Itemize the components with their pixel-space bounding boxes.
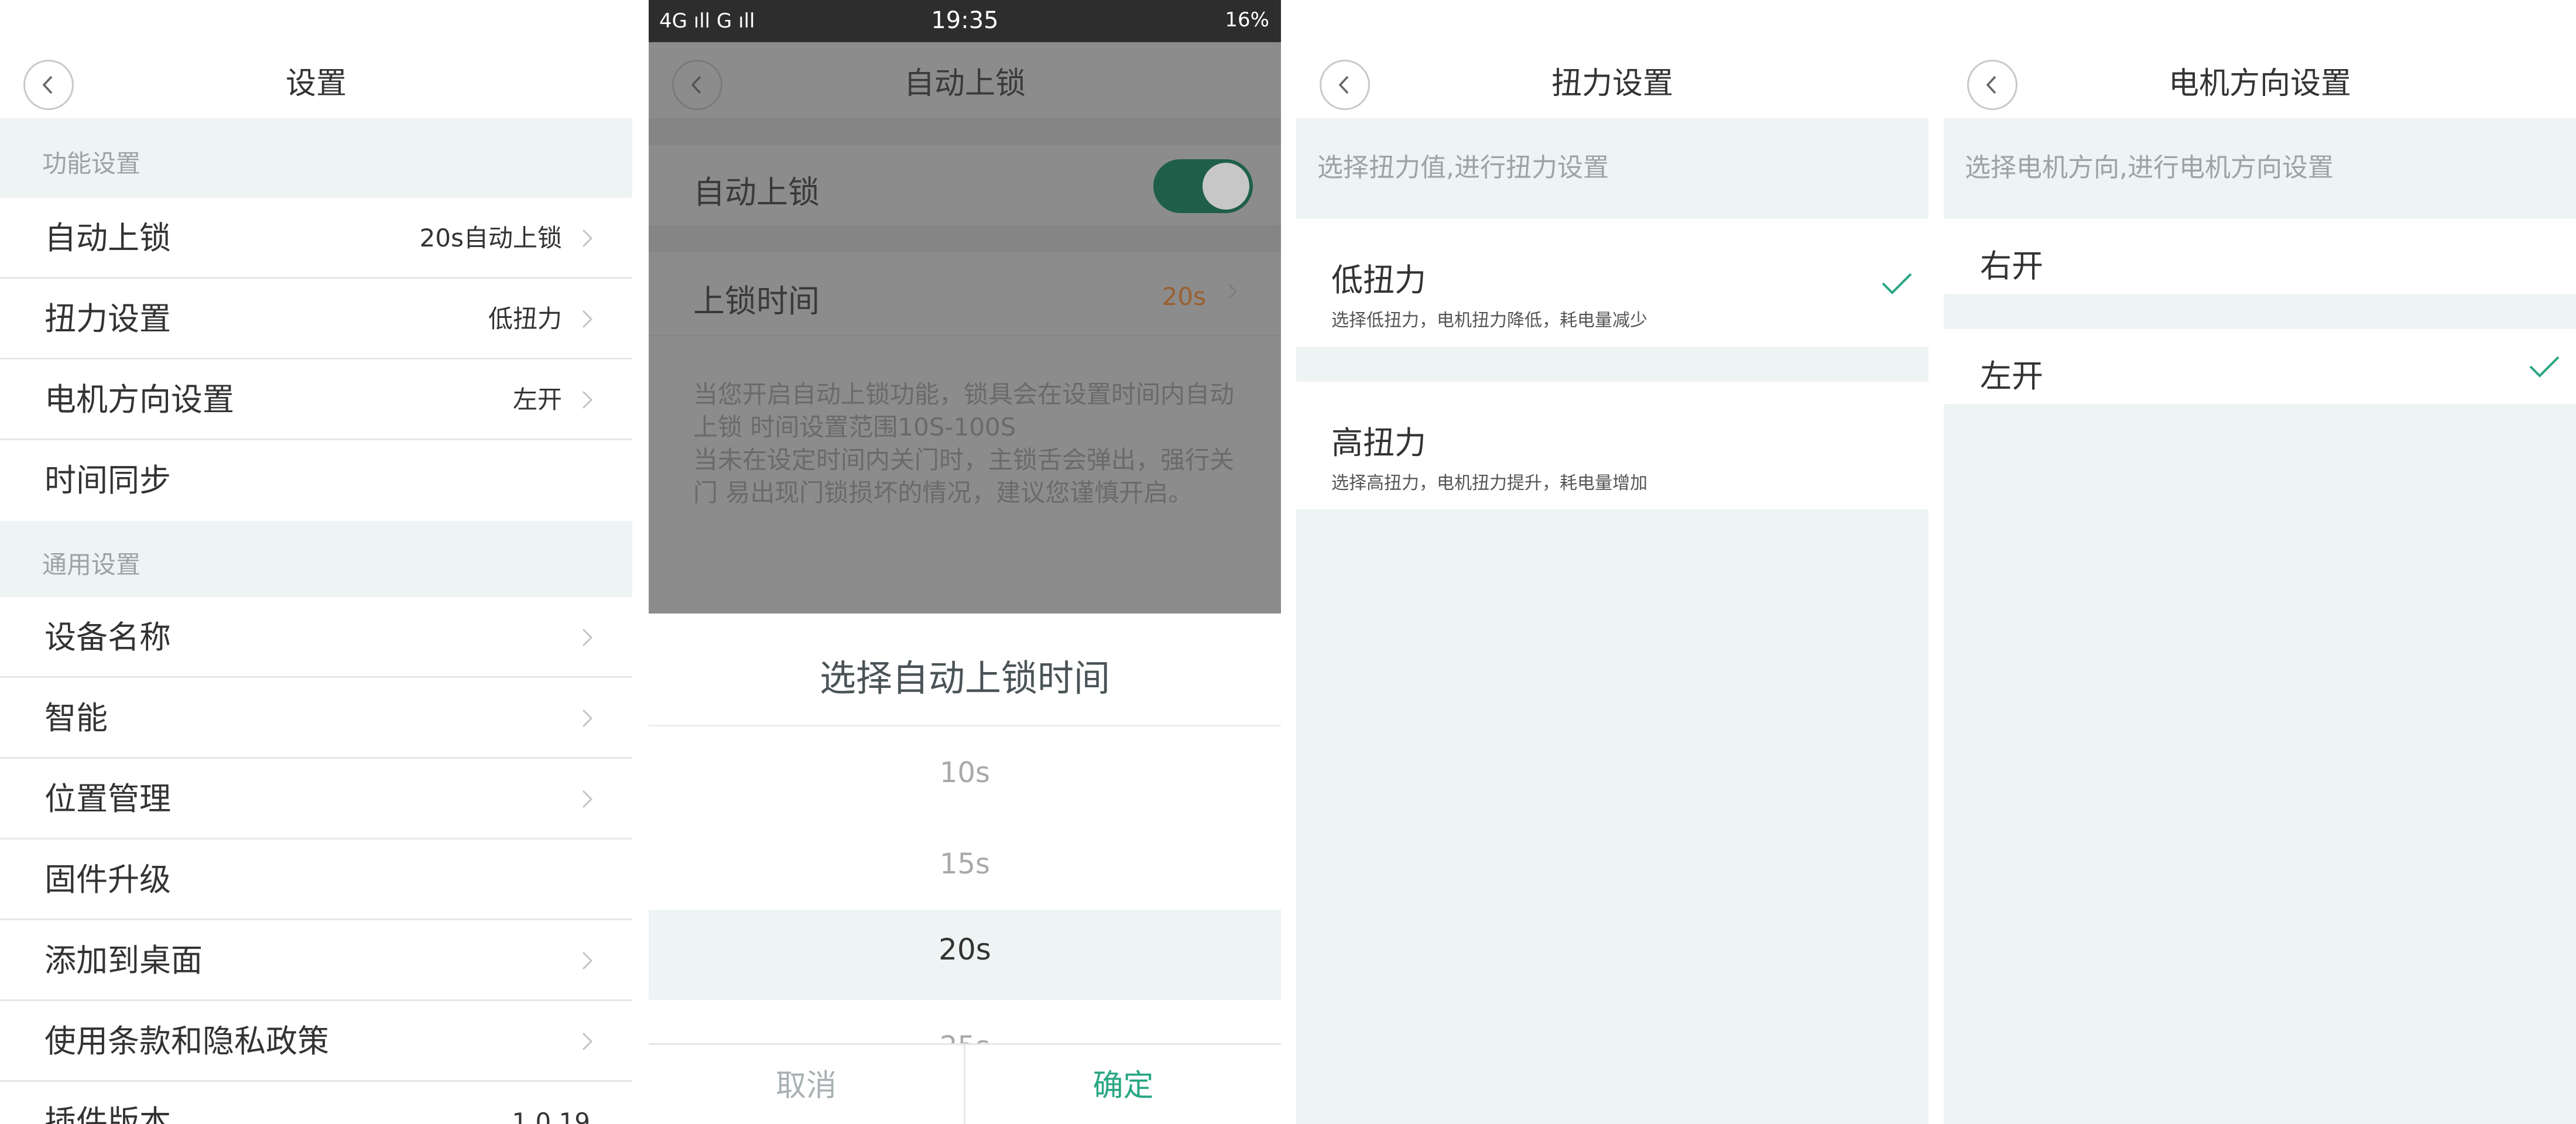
chevron-right-icon	[582, 390, 593, 409]
battery-level: 16%	[1225, 8, 1269, 32]
divider	[649, 335, 1281, 336]
chevron-right-icon	[582, 229, 593, 248]
torque-header: 扭力设置	[1296, 42, 1928, 118]
settings-row-plugin-version: 插件版本 1.0.19	[0, 1082, 632, 1124]
row-label: 固件升级	[44, 861, 171, 898]
row-label: 电机方向设置	[44, 381, 234, 418]
divider	[649, 725, 1281, 727]
option-title: 低扭力	[1331, 262, 1426, 299]
row-value: 20s自动上锁	[419, 224, 562, 252]
hint-text: 选择电机方向,进行电机方向设置	[1965, 153, 2334, 183]
row-label: 自动上锁	[44, 220, 171, 256]
auto-lock-description: 当您开启自动上锁功能，锁具会在设置时间内自动上锁 时间设置范围10S-100S …	[693, 380, 1235, 507]
confirm-button[interactable]: 确定	[965, 1045, 1281, 1124]
chevron-right-icon	[582, 709, 593, 728]
settings-row-auto-lock[interactable]: 自动上锁 20s自动上锁	[0, 198, 632, 279]
settings-row-device-name[interactable]: 设备名称	[0, 597, 632, 678]
direction-header: 电机方向设置	[1944, 42, 2576, 118]
page-title: 扭力设置	[1551, 66, 1673, 101]
chevron-right-icon	[582, 628, 593, 647]
settings-row-motor-direction[interactable]: 电机方向设置 左开	[0, 359, 632, 440]
picker-option[interactable]: 15s	[649, 848, 1281, 880]
option-subtitle: 选择低扭力，电机扭力降低，耗电量减少	[1331, 310, 1647, 331]
settings-row-time-sync[interactable]: 时间同步	[0, 440, 632, 521]
direction-option-right[interactable]: 右开	[1944, 219, 2576, 294]
row-value: 左开	[512, 385, 562, 414]
sheet-title: 选择自动上锁时间	[819, 657, 1110, 700]
row-label: 时间同步	[44, 462, 171, 499]
page-title: 设置	[285, 66, 347, 101]
check-icon	[2529, 356, 2560, 378]
settings-screen: 设置 功能设置 自动上锁 20s自动上锁 扭力设置 低扭力 电机方向设置 左开 …	[0, 0, 632, 1124]
direction-option-left[interactable]: 左开	[1944, 329, 2576, 404]
settings-row-terms[interactable]: 使用条款和隐私政策	[0, 1001, 632, 1082]
torque-screen: 扭力设置 选择扭力值,进行扭力设置 低扭力 选择低扭力，电机扭力降低，耗电量减少…	[1296, 0, 1928, 1124]
picker-option-selected[interactable]: 20s	[649, 933, 1281, 967]
toggle-knob	[1203, 163, 1249, 210]
lock-time-value: 20s	[1162, 282, 1206, 311]
row-label: 扭力设置	[44, 300, 171, 337]
row-label: 插件版本	[44, 1104, 171, 1124]
status-bar: 4G ıll G ıll 19:35 16%	[649, 0, 1281, 42]
option-title: 高扭力	[1331, 424, 1426, 461]
option-title: 左开	[1980, 358, 2043, 395]
section-gap	[649, 118, 1281, 145]
page-title: 自动上锁	[903, 66, 1026, 101]
chevron-right-icon	[582, 310, 593, 328]
auto-lock-screen: 4G ıll G ıll 19:35 16% 自动上锁 自动上锁 上锁时间 20…	[649, 0, 1281, 1124]
settings-row-smart[interactable]: 智能	[0, 678, 632, 759]
row-label: 位置管理	[44, 780, 171, 817]
torque-option-high[interactable]: 高扭力 选择高扭力，电机扭力提升，耗电量增加	[1296, 382, 1928, 509]
settings-row-location[interactable]: 位置管理	[0, 759, 632, 839]
picker-option[interactable]: 10s	[649, 756, 1281, 789]
option-title: 右开	[1980, 248, 2043, 285]
option-subtitle: 选择高扭力，电机扭力提升，耗电量增加	[1331, 473, 1647, 494]
chevron-right-icon	[582, 790, 593, 808]
settings-header: 设置	[0, 42, 632, 118]
chevron-right-icon	[1228, 284, 1237, 299]
cancel-button[interactable]: 取消	[649, 1045, 964, 1124]
lock-time-label[interactable]: 上锁时间	[693, 275, 820, 321]
row-label: 使用条款和隐私政策	[44, 1023, 329, 1060]
settings-row-add-desktop[interactable]: 添加到桌面	[0, 920, 632, 1001]
chevron-right-icon	[582, 951, 593, 970]
row-label: 设备名称	[44, 619, 171, 656]
settings-row-firmware[interactable]: 固件升级	[0, 839, 632, 920]
row-label: 智能	[44, 700, 108, 736]
section-header-general: 通用设置	[0, 521, 632, 597]
hint-text: 选择扭力值,进行扭力设置	[1317, 153, 1609, 183]
section-header-function: 功能设置	[0, 118, 632, 198]
sheet-button-bar: 取消 确定	[649, 1043, 1281, 1124]
chevron-right-icon	[582, 1032, 593, 1051]
row-value: 1.0.19	[512, 1108, 590, 1124]
section-gap	[649, 225, 1281, 252]
auto-lock-toggle[interactable]	[1153, 159, 1253, 213]
auto-lock-header: 自动上锁	[649, 42, 1281, 118]
row-label: 添加到桌面	[44, 942, 203, 979]
status-time: 19:35	[931, 7, 999, 34]
page-title: 电机方向设置	[2168, 66, 2351, 101]
row-value: 低扭力	[488, 304, 562, 333]
check-icon	[1882, 273, 1912, 294]
auto-lock-toggle-label: 自动上锁	[693, 174, 820, 211]
torque-option-low[interactable]: 低扭力 选择低扭力，电机扭力降低，耗电量减少	[1296, 219, 1928, 347]
motor-direction-screen: 电机方向设置 选择电机方向,进行电机方向设置 右开 左开	[1944, 0, 2576, 1124]
time-picker-sheet: 选择自动上锁时间 10s 15s 20s 25s 取消 确定	[649, 614, 1281, 1124]
settings-row-torque[interactable]: 扭力设置 低扭力	[0, 279, 632, 359]
